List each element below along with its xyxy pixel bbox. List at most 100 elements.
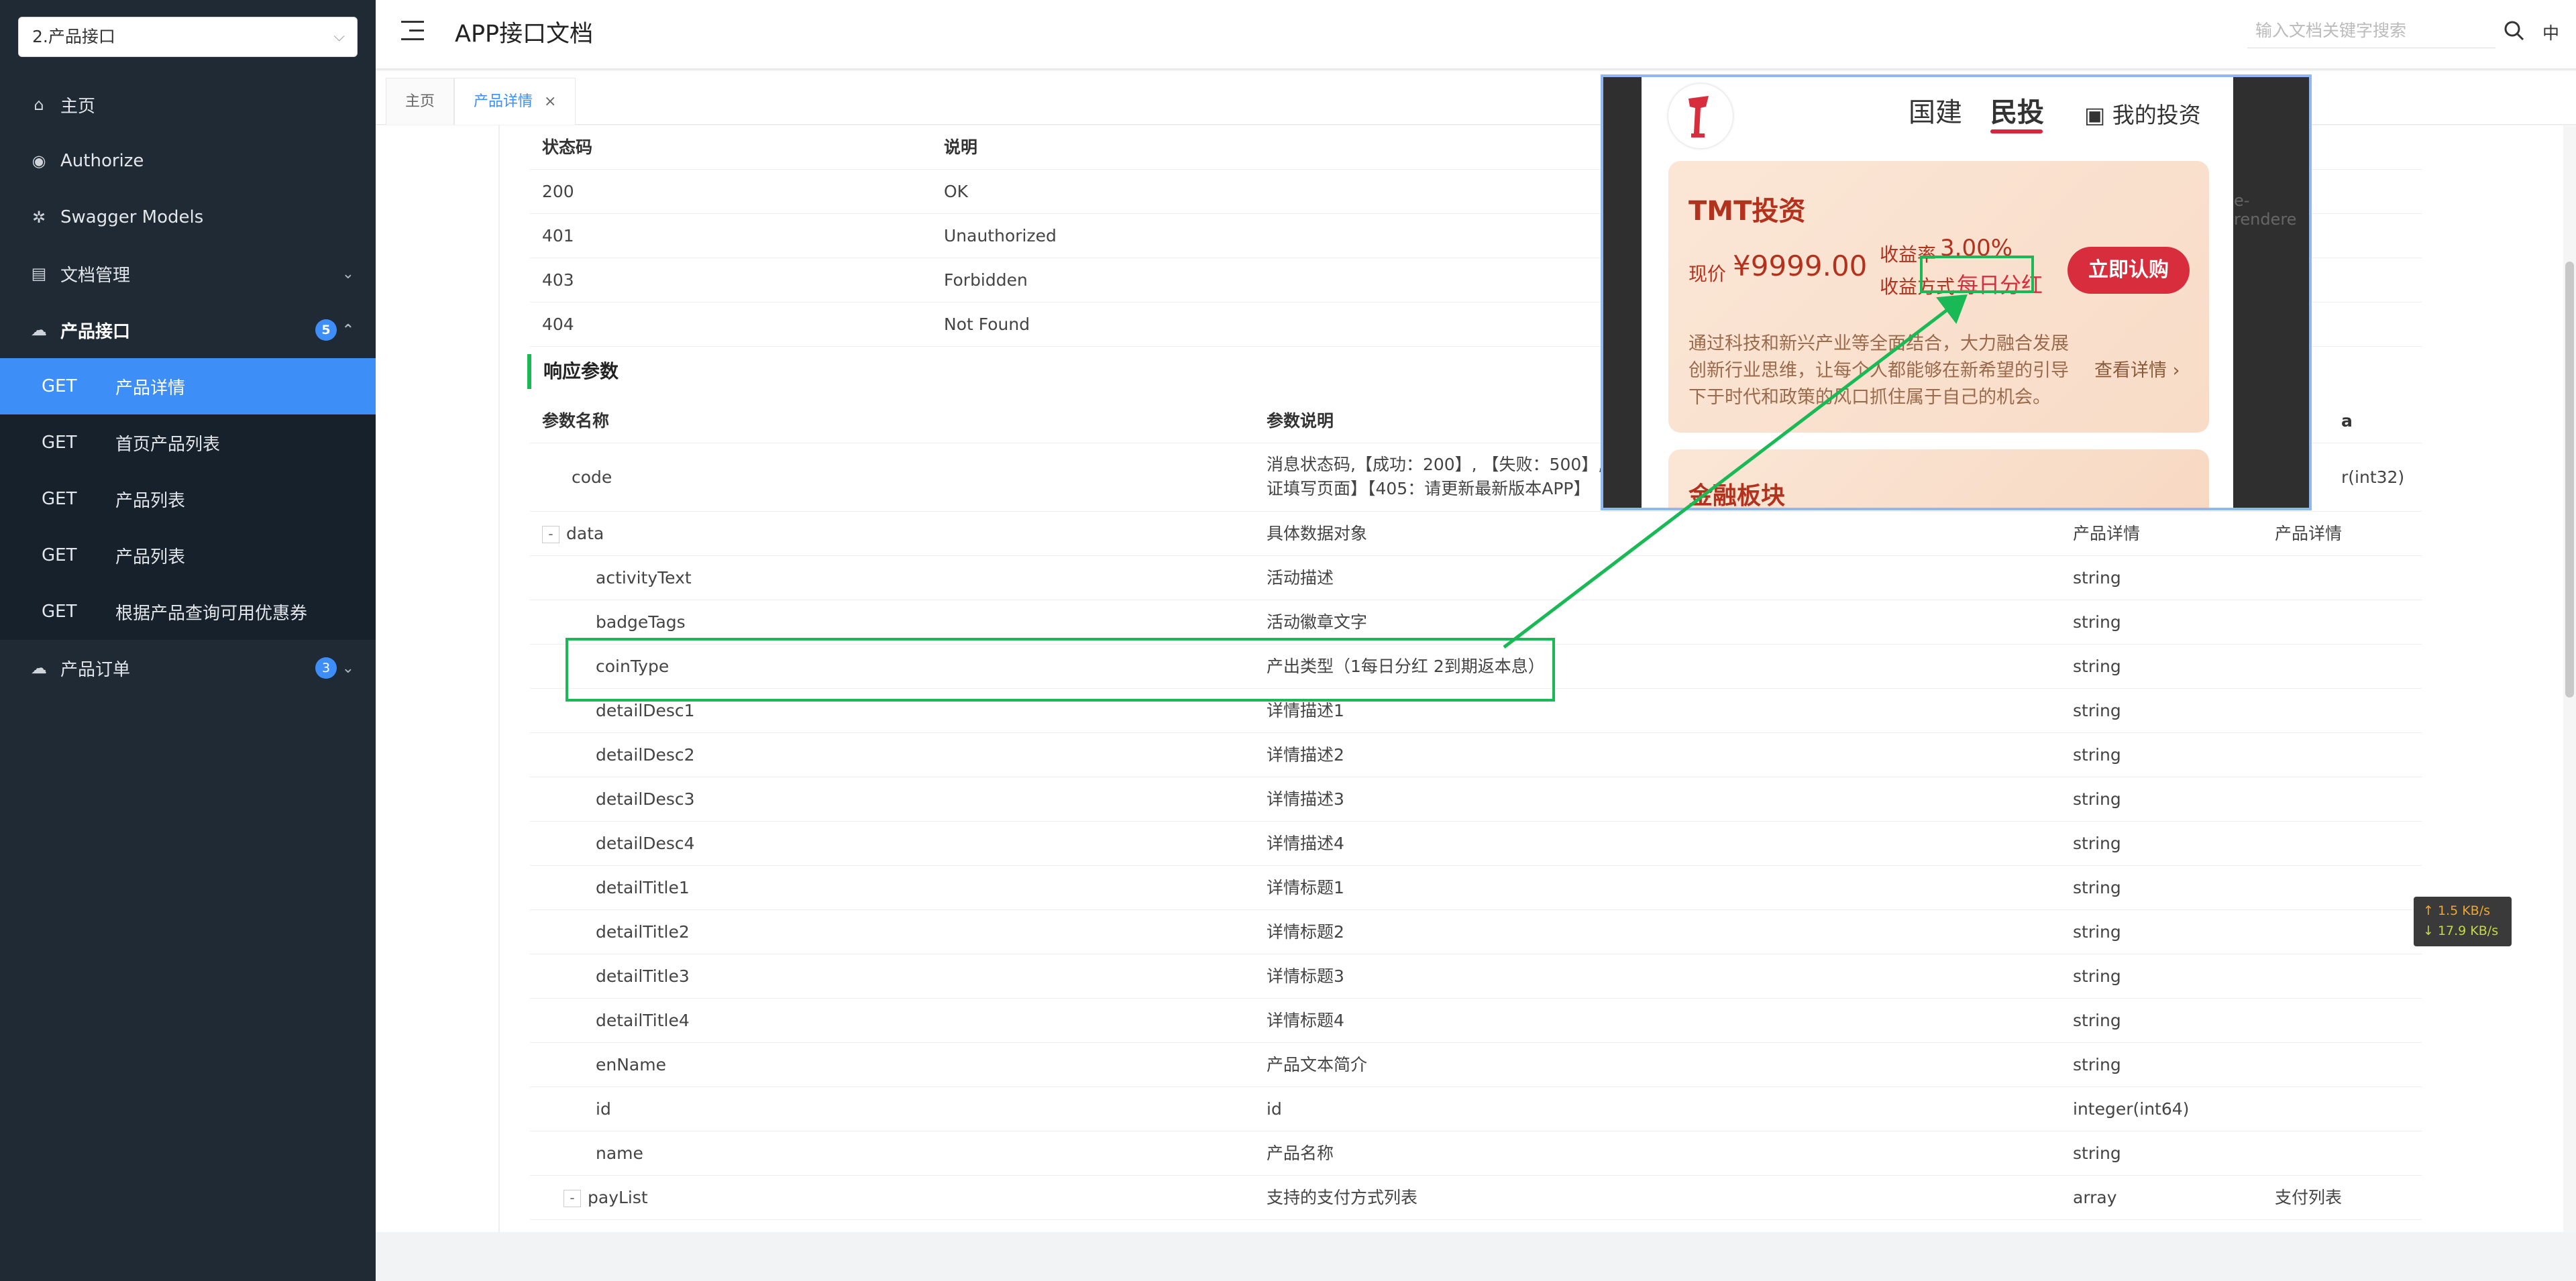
param-name: payList: [588, 1188, 648, 1207]
table-row: detailTitle1 详情标题1 string: [530, 866, 2422, 910]
sidebar-subitem-product-detail[interactable]: GET 产品详情: [0, 358, 376, 414]
param-type: string: [2073, 789, 2121, 809]
sidebar-item-label: 产品接口: [60, 321, 131, 342]
annotation-highlight-box: [1920, 256, 2034, 293]
phone-screen: 国建 民投 ▣ 我的投资 TMT投资 现价 ¥9999.00 收益率 3.00%…: [1642, 77, 2233, 510]
collapse-toggle[interactable]: -: [564, 1190, 581, 1207]
param-type: string: [2073, 1144, 2121, 1163]
param-type: string: [2073, 612, 2121, 632]
sidebar: 2.产品接口 ⌵ ⌂ 主页 ◉ Authorize ✲ Swagger Mode…: [0, 0, 376, 1281]
tab-home[interactable]: 主页: [386, 78, 455, 125]
param-schema: 产品详情: [2275, 524, 2343, 543]
buy-button[interactable]: 立即认购: [2068, 247, 2190, 294]
collapse-toggle[interactable]: -: [542, 526, 559, 543]
overlay-tab-mintou[interactable]: 民投: [1990, 91, 2044, 129]
product-desc-line: 通过科技和新兴产业等全面结合，大力融合发展: [1688, 333, 2069, 354]
column-header-fragment: a: [2341, 411, 2353, 431]
network-speed-widget: ↑ 1.5 KB/s ↓ 17.9 KB/s: [2414, 897, 2512, 946]
sidebar-subitem-label: 首页产品列表: [115, 434, 221, 455]
view-details-link[interactable]: 查看详情 ›: [2094, 355, 2180, 382]
sidebar-item-product-api[interactable]: ☁ 产品接口 5 ⌃: [0, 302, 376, 358]
param-type: string: [2073, 878, 2121, 897]
sidebar-item-label: Swagger Models: [60, 207, 204, 227]
param-desc: 活动描述: [1267, 568, 1334, 588]
cloud-icon: ☁: [31, 321, 47, 339]
table-row: - data 具体数据对象 产品详情 产品详情: [530, 512, 2422, 556]
background-text-fragment: e-rendere: [2234, 191, 2297, 229]
product-card[interactable]: TMT投资 现价 ¥9999.00 收益率 3.00% 收益方式 每日分红 立即…: [1668, 161, 2209, 433]
price-value: ¥9999.00: [1733, 249, 1868, 282]
param-type: array: [2073, 1188, 2117, 1207]
sidebar-item-product-orders[interactable]: ☁ 产品订单 3 ⌄: [0, 640, 376, 696]
status-desc: Forbidden: [944, 270, 1028, 290]
param-name: detailTitle1: [596, 878, 690, 897]
param-type: string: [2073, 922, 2121, 942]
search-icon[interactable]: [2501, 17, 2528, 44]
sidebar-item-authorize[interactable]: ◉ Authorize: [0, 133, 376, 189]
cube-icon: ▣: [2084, 102, 2106, 128]
sidebar-item-swagger-models[interactable]: ✲ Swagger Models: [0, 189, 376, 245]
table-row: - payList 支持的支付方式列表 array 支付列表: [530, 1176, 2422, 1220]
status-desc: OK: [944, 182, 969, 201]
menu-collapse-icon[interactable]: [401, 19, 425, 43]
cloud-icon: ☁: [31, 659, 47, 677]
group-select[interactable]: 2.产品接口 ⌵: [18, 17, 358, 57]
param-desc: 详情描述3: [1267, 789, 1344, 809]
section-title: 响应参数: [527, 354, 619, 389]
param-name: enName: [596, 1055, 666, 1074]
table-row: detailTitle2 详情标题2 string: [530, 910, 2422, 954]
param-type: string: [2073, 701, 2121, 720]
param-name: id: [596, 1099, 611, 1119]
status-desc: Not Found: [944, 315, 1030, 334]
chevron-down-icon: ⌄: [341, 659, 354, 677]
table-row: detailDesc3 详情描述3 string: [530, 777, 2422, 822]
section-title: 金融板块: [1688, 482, 1786, 510]
table-row: name 产品名称 string: [530, 1131, 2422, 1176]
http-method: GET: [42, 433, 77, 453]
sidebar-subitem-product-list-2[interactable]: GET 产品列表: [0, 527, 376, 583]
language-switch[interactable]: 中: [2542, 20, 2559, 44]
param-name: activityText: [596, 568, 692, 588]
document-manage-icon: ▤: [31, 264, 47, 283]
param-type: string: [2073, 1011, 2121, 1030]
param-desc: 详情描述4: [1267, 834, 1344, 853]
close-icon[interactable]: ×: [544, 93, 556, 110]
sidebar-subitem-label: 产品列表: [115, 547, 186, 567]
param-desc: 产品名称: [1267, 1144, 1334, 1163]
sidebar-item-document-manage[interactable]: ▤ 文档管理 ⌄: [0, 245, 376, 302]
param-desc: id: [1267, 1099, 1282, 1119]
product-card[interactable]: 金融板块: [1668, 449, 2209, 510]
http-method: GET: [42, 489, 77, 509]
my-investment-label: 我的投资: [2112, 102, 2201, 128]
param-name-wrap: - payList: [564, 1176, 648, 1220]
param-type: string: [2073, 745, 2121, 765]
search-input[interactable]: 输入文档关键字搜索: [2247, 13, 2496, 48]
param-desc: 消息状态码,【成功：200】, 【失败：500】,: [1267, 455, 1604, 474]
column-header: 状态码: [542, 137, 593, 157]
scrollbar-thumb[interactable]: [2565, 262, 2574, 698]
tab-label: 主页: [405, 93, 435, 110]
tab-label: 产品详情: [474, 93, 533, 110]
param-type: string: [2073, 834, 2121, 853]
price-label: 现价: [1688, 263, 1727, 285]
param-desc: 产品文本简介: [1267, 1055, 1368, 1074]
param-name: detailDesc3: [596, 789, 695, 809]
sidebar-subitem-home-product-list[interactable]: GET 首页产品列表: [0, 414, 376, 471]
status-desc: Unauthorized: [944, 226, 1057, 245]
sidebar-subitem-product-list[interactable]: GET 产品列表: [0, 471, 376, 527]
param-desc: 具体数据对象: [1267, 524, 1368, 543]
overlay-tab-guojian[interactable]: 国建: [1909, 91, 1962, 129]
param-desc: 详情标题2: [1267, 922, 1344, 942]
download-speed: ↓ 17.9 KB/s: [2423, 924, 2499, 938]
my-investment-link[interactable]: ▣ 我的投资: [2084, 97, 2201, 129]
tab-product-detail[interactable]: 产品详情 ×: [454, 78, 576, 125]
table-row: id id integer(int64): [530, 1087, 2422, 1131]
product-desc-line: 下于时代和政策的风口抓住属于自己的机会。: [1688, 387, 2051, 408]
param-name: detailDesc2: [596, 745, 695, 765]
sidebar-subitem-coupons[interactable]: GET 根据产品查询可用优惠券: [0, 583, 376, 640]
column-header: 参数名称: [542, 411, 610, 431]
sidebar-item-home[interactable]: ⌂ 主页: [0, 76, 376, 133]
param-schema: 支付列表: [2275, 1188, 2343, 1207]
count-badge: 3: [315, 657, 337, 679]
param-type: string: [2073, 1055, 2121, 1074]
